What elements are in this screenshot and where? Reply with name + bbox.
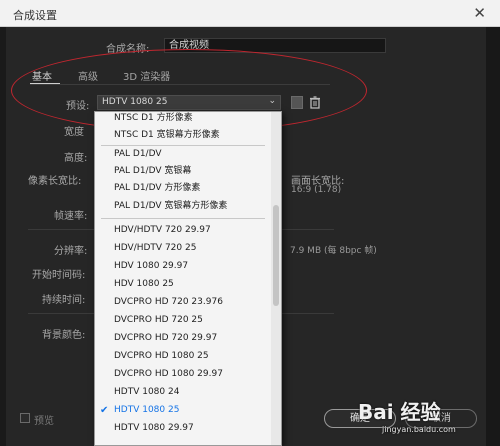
resolution-info: 7.9 MB (每 8bpc 帧) bbox=[290, 246, 377, 256]
list-item[interactable]: PAL D1/DV 宽银幕方形像素 bbox=[95, 198, 271, 215]
watermark-logo: Bai 经验 bbox=[358, 400, 441, 424]
list-item[interactable]: HDTV 1080 24 bbox=[95, 384, 271, 401]
width-label: 宽度 bbox=[64, 127, 84, 138]
preset-dropdown-list: NTSC D1 方形像素 NTSC D1 宽银幕方形像素 PAL D1/DV P… bbox=[94, 111, 282, 446]
list-item[interactable]: PAL D1/DV 宽银幕 bbox=[95, 163, 271, 180]
resolution-label: 分辨率: bbox=[54, 246, 88, 257]
list-item[interactable]: HDV/HDTV 720 29.97 bbox=[95, 222, 271, 239]
list-item[interactable]: PAL D1/DV 方形像素 bbox=[95, 180, 271, 197]
list-item[interactable]: HDV/HDTV 720 25 bbox=[95, 240, 271, 257]
background-color-label: 背景颜色: bbox=[42, 330, 86, 341]
list-item[interactable]: DVCPRO HD 1080 29.97 bbox=[95, 366, 271, 383]
list-item[interactable]: DVCPRO HD 720 25 bbox=[95, 312, 271, 329]
dropdown-scrollbar-thumb[interactable] bbox=[273, 205, 279, 306]
close-icon[interactable]: ✕ bbox=[473, 4, 486, 22]
list-item[interactable]: DVCPRO HD 1080 25 bbox=[95, 348, 271, 365]
list-item[interactable]: DVCPRO HD 720 29.97 bbox=[95, 330, 271, 347]
preview-checkbox[interactable] bbox=[20, 413, 30, 423]
duration-label: 持续时间: bbox=[42, 295, 86, 306]
list-item[interactable]: HDV 1080 29.97 bbox=[95, 258, 271, 275]
checkmark-icon: ✔ bbox=[100, 405, 109, 416]
list-item[interactable]: NTSC D1 宽银幕方形像素 bbox=[95, 127, 271, 144]
background-panel-edge bbox=[486, 27, 500, 446]
list-separator bbox=[101, 218, 265, 219]
list-item-selected[interactable]: ✔ HDTV 1080 25 bbox=[95, 402, 271, 419]
list-item[interactable]: NTSC D1 方形像素 bbox=[95, 112, 271, 127]
pixel-aspect-label: 像素长宽比: bbox=[28, 176, 82, 187]
list-item-label: HDTV 1080 25 bbox=[114, 405, 180, 415]
list-item[interactable]: HDTV 1080 29.97 bbox=[95, 420, 271, 437]
list-item[interactable]: PAL D1/DV bbox=[95, 146, 271, 163]
frame-aspect-value: 16:9 (1.78) bbox=[291, 185, 342, 195]
list-item[interactable]: DVCPRO HD 720 23.976 bbox=[95, 294, 271, 311]
frame-rate-label: 帧速率: bbox=[54, 211, 88, 222]
start-timecode-label: 开始时间码: bbox=[32, 270, 86, 281]
window-title: 合成设置 bbox=[13, 9, 57, 22]
preview-label: 预览 bbox=[34, 416, 54, 427]
list-item[interactable]: HDV 1080 25 bbox=[95, 276, 271, 293]
height-label: 高度: bbox=[64, 153, 88, 164]
window-titlebar: 合成设置 ✕ bbox=[0, 0, 500, 27]
watermark-url: jingyan.baidu.com bbox=[382, 425, 456, 434]
